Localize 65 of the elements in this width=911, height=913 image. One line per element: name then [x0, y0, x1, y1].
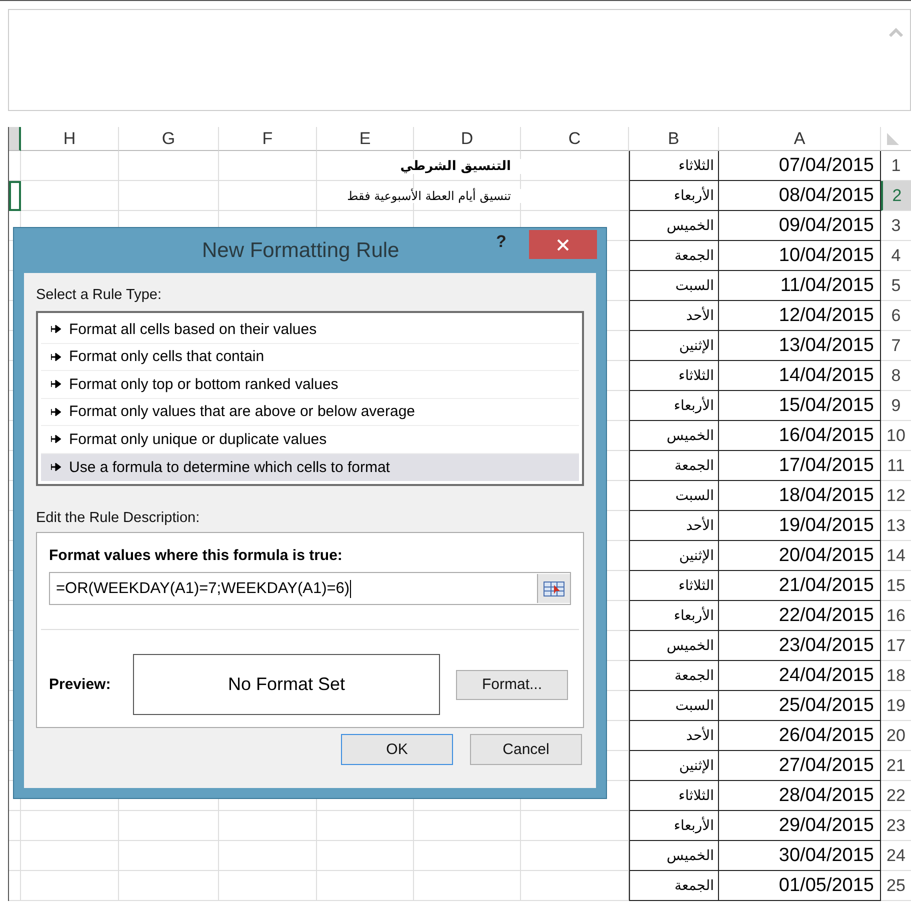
preview-label: Preview: — [49, 676, 112, 693]
table-cell: الجمعة — [629, 661, 719, 691]
arrow-icon — [51, 463, 61, 472]
column-header[interactable] — [9, 127, 21, 151]
section-label: Select a Rule Type: — [36, 287, 162, 303]
column-header[interactable]: G — [119, 127, 219, 151]
table-cell: الجمعة — [629, 451, 719, 481]
format-button[interactable]: Format... — [456, 670, 568, 700]
table-cell: الثلاثاء — [629, 361, 719, 391]
table-cell: الخميس — [629, 211, 719, 241]
rule-type-item[interactable]: Format all cells based on their values — [41, 316, 579, 344]
section-label: Edit the Rule Description: — [36, 510, 201, 526]
formula-label: Format values where this formula is true: — [49, 547, 344, 564]
table-cell: السبت — [629, 271, 719, 301]
rule-type-item[interactable]: Format only cells that contain — [41, 344, 579, 371]
table-cell: الأربعاء — [629, 181, 719, 211]
table-cell: الثلاثاء — [629, 781, 719, 811]
arrow-icon — [51, 325, 61, 334]
close-button[interactable] — [529, 230, 597, 259]
column-header[interactable]: A — [719, 127, 881, 151]
arrow-icon — [51, 435, 61, 444]
formula-field[interactable]: =OR(WEEKDAY(A1)=7;WEEKDAY(A1)=6) — [49, 572, 571, 605]
arrow-icon — [51, 408, 61, 416]
ok-button[interactable]: OK — [341, 734, 453, 765]
dialog-title: New Formatting Rule — [202, 238, 400, 262]
table-cell: الثلاثاء — [629, 571, 719, 601]
arrow-icon — [51, 380, 61, 388]
table-cell: الثلاثاء — [629, 151, 719, 181]
rule-type-item[interactable]: Format only values that are above or below average — [41, 398, 579, 426]
range-picker-icon[interactable] — [537, 574, 570, 603]
table-cell — [9, 811, 21, 841]
table-cell: الخميس — [629, 631, 719, 661]
rule-type-item[interactable]: Use a formula to determine which cells to format — [41, 454, 579, 481]
table-cell: السبت — [629, 481, 719, 511]
table-cell: الإثنين — [629, 331, 719, 361]
column-header[interactable]: E — [317, 127, 414, 151]
table-cell — [9, 871, 21, 901]
column-header[interactable]: H — [21, 127, 119, 151]
table-cell: الأربعاء — [629, 811, 719, 841]
help-button[interactable]: ? — [492, 232, 510, 252]
table-cell: الأحد — [629, 721, 719, 751]
table-cell: الخميس — [629, 421, 719, 451]
table-cell — [9, 181, 21, 211]
table-cell: الجمعة — [629, 241, 719, 271]
table-cell — [9, 151, 21, 181]
table-cell: الأحد — [629, 511, 719, 541]
table-cell: الإثنين — [629, 751, 719, 781]
table-cell: الجمعة — [629, 871, 719, 901]
close-icon — [557, 238, 569, 250]
column-header[interactable]: B — [629, 127, 719, 151]
table-cell: الأربعاء — [629, 601, 719, 631]
table-cell: السبت — [629, 691, 719, 721]
table-cell: الأربعاء — [629, 391, 719, 421]
preview-box: No Format Set — [133, 654, 440, 715]
column-header[interactable]: D — [414, 127, 521, 151]
table-cell — [9, 841, 21, 871]
cancel-button[interactable]: Cancel — [470, 734, 582, 765]
column-header[interactable]: C — [521, 127, 629, 151]
table-cell: الخميس — [629, 841, 719, 871]
rule-type-item[interactable]: Format only top or bottom ranked values — [41, 371, 579, 398]
column-header[interactable]: F — [219, 127, 317, 151]
table-cell: الإثنين — [629, 541, 719, 571]
table-cell: الأحد — [629, 301, 719, 331]
arrow-icon — [51, 352, 61, 361]
row-header[interactable]: 2 — [881, 181, 911, 211]
